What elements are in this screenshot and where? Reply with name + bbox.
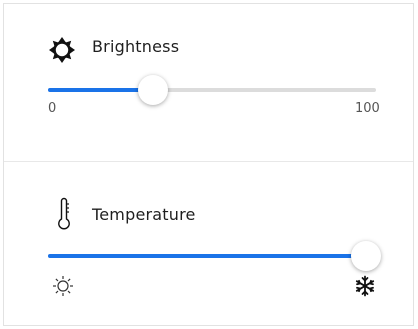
temperature-title: Temperature [92, 205, 196, 224]
section-divider [4, 161, 413, 162]
brightness-slider-track[interactable] [48, 88, 376, 92]
thermometer-icon [57, 197, 71, 231]
temperature-slider-fill [48, 254, 366, 258]
brightness-title: Brightness [92, 37, 180, 56]
settings-panel: Brightness 0 100 Temperature [3, 3, 414, 326]
temperature-slider-track[interactable] [48, 254, 366, 258]
sun-icon [52, 275, 74, 297]
brightness-slider-thumb[interactable] [137, 75, 168, 105]
brightness-min-label: 0 [48, 101, 57, 116]
snowflake-icon [354, 275, 376, 297]
brightness-gear-icon [48, 36, 76, 64]
temperature-slider-thumb[interactable] [351, 241, 381, 271]
brightness-max-label: 100 [355, 101, 380, 116]
